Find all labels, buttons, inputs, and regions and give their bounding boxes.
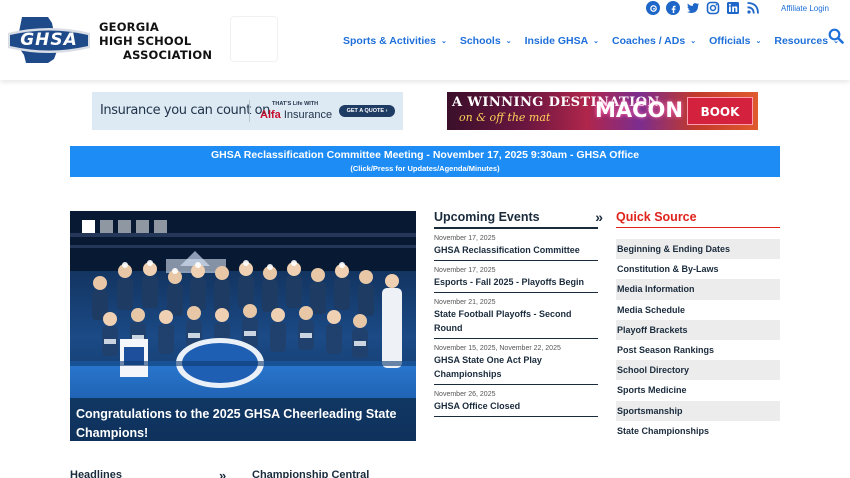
chevron-down-icon: ⌄ bbox=[755, 38, 762, 45]
instagram-icon[interactable] bbox=[706, 1, 720, 15]
ad-brand: MACON bbox=[595, 98, 683, 122]
org-name[interactable]: GEORGIA HIGH SCHOOL ASSOCIATION bbox=[99, 20, 212, 62]
twitter-icon[interactable] bbox=[686, 1, 700, 15]
nav-officials[interactable]: Officials ⌄ bbox=[709, 35, 761, 47]
logo-lettering: GHSA bbox=[20, 30, 78, 50]
quick-source-link[interactable]: Media Information bbox=[616, 279, 780, 300]
logo-placeholder bbox=[230, 16, 278, 62]
ad-divider bbox=[249, 100, 250, 122]
quick-source-link[interactable]: State Championships bbox=[616, 421, 780, 441]
rss-icon[interactable] bbox=[746, 1, 760, 15]
hero-slider[interactable]: Congratulations to the 2025 GHSA Cheerle… bbox=[70, 211, 416, 441]
nav-schools[interactable]: Schools ⌄ bbox=[460, 35, 512, 47]
double-chevron-right-icon[interactable]: » bbox=[219, 468, 227, 478]
chevron-down-icon: ⌄ bbox=[440, 38, 447, 45]
chevron-down-icon: ⌄ bbox=[690, 38, 697, 45]
site-header: GHSA GEORGIA HIGH SCHOOL ASSOCIATION Aff… bbox=[0, 0, 850, 80]
nav-label: Coaches / ADs bbox=[612, 35, 686, 47]
nav-label: Officials bbox=[709, 35, 751, 47]
nav-label: Inside GHSA bbox=[524, 35, 589, 47]
ghsa-logo[interactable]: GHSA bbox=[8, 15, 90, 65]
quick-source-link[interactable]: Media Schedule bbox=[616, 300, 780, 320]
event-item[interactable]: November 17, 2025 Esports - Fall 2025 - … bbox=[434, 261, 598, 293]
event-item[interactable]: November 15, 2025, November 22, 2025 GHS… bbox=[434, 339, 598, 385]
social-links bbox=[646, 1, 760, 15]
event-date: November 26, 2025 bbox=[434, 391, 496, 398]
quick-source-link[interactable]: Sports Medicine bbox=[616, 380, 780, 400]
slide-dot-1[interactable] bbox=[82, 220, 95, 233]
slide-dot-5[interactable] bbox=[154, 220, 167, 233]
nav-label: Resources bbox=[774, 35, 829, 47]
quick-source-link[interactable]: Sportsmanship bbox=[616, 400, 780, 421]
facebook-icon[interactable] bbox=[666, 1, 680, 15]
event-item[interactable]: November 17, 2025 GHSA Reclassification … bbox=[434, 229, 598, 261]
main-nav: Sports & Activities ⌄ Schools ⌄ Inside GHS… bbox=[343, 35, 850, 47]
nav-label: Sports & Activities bbox=[343, 35, 436, 47]
upcoming-events-heading: Upcoming Events » bbox=[434, 209, 603, 229]
event-item[interactable]: November 26, 2025 GHSA Office Closed bbox=[434, 385, 598, 417]
banner-title: GHSA Reclassification Committee Meeting … bbox=[210, 149, 640, 161]
event-item[interactable]: November 21, 2025 State Football Playoff… bbox=[434, 293, 598, 339]
event-name[interactable]: Esports - Fall 2025 - Playoffs Begin bbox=[434, 275, 598, 289]
championship-central-heading: Championship Central bbox=[252, 469, 370, 478]
slider-dots bbox=[82, 220, 167, 233]
quick-source-link[interactable]: Post Season Rankings bbox=[616, 340, 780, 360]
quick-source-link[interactable]: School Directory bbox=[616, 360, 780, 381]
quick-source: Quick Source Beginning & Ending Dates Co… bbox=[616, 210, 780, 441]
announcement-banner[interactable]: GHSA Reclassification Committee Meeting … bbox=[70, 146, 780, 177]
double-chevron-right-icon[interactable]: » bbox=[595, 209, 602, 225]
event-date: November 17, 2025 bbox=[434, 235, 496, 242]
nav-inside-ghsa[interactable]: Inside GHSA ⌄ bbox=[525, 35, 599, 47]
slide-dot-3[interactable] bbox=[118, 220, 131, 233]
macon-ad[interactable]: A WINNING DESTINATION on & off the mat M… bbox=[447, 92, 758, 130]
event-name[interactable]: GHSA State One Act Play Championships bbox=[434, 353, 598, 381]
quick-source-title: Quick Source bbox=[616, 210, 780, 228]
slide-dot-4[interactable] bbox=[136, 220, 149, 233]
event-name[interactable]: GHSA Reclassification Committee bbox=[434, 243, 598, 257]
ad-brand-name: Alfa bbox=[260, 109, 281, 121]
chevron-down-icon: ⌄ bbox=[505, 38, 512, 45]
nav-coaches-ads[interactable]: Coaches / ADs ⌄ bbox=[612, 35, 696, 47]
book-now-button[interactable]: BOOK NOW! bbox=[687, 97, 753, 125]
linkedin-icon[interactable] bbox=[726, 1, 740, 15]
hero-caption[interactable]: Congratulations to the 2025 GHSA Cheerle… bbox=[70, 398, 416, 441]
quick-source-link[interactable]: Constitution & By-Laws bbox=[616, 259, 780, 279]
nav-label: Schools bbox=[459, 35, 501, 47]
ad-subline: on & off the mat bbox=[459, 111, 551, 124]
org-name-line-2: HIGH SCHOOL bbox=[99, 34, 192, 48]
quick-source-link[interactable]: Beginning & Ending Dates bbox=[616, 239, 780, 260]
threads-icon[interactable] bbox=[646, 1, 660, 15]
event-date: November 15, 2025, November 22, 2025 bbox=[434, 345, 561, 352]
get-a-quote-button[interactable]: GET A QUOTE › bbox=[339, 105, 395, 117]
slide-dot-2[interactable] bbox=[100, 220, 113, 233]
event-name[interactable]: State Football Playoffs - Second Round bbox=[434, 307, 598, 335]
ad-brand: Alfa Insurance bbox=[260, 109, 332, 121]
upcoming-events-title: Upcoming Events bbox=[434, 210, 540, 224]
upcoming-events: Upcoming Events » November 17, 2025 GHSA… bbox=[434, 209, 603, 417]
ad-small-text: THAT'S Life WITH bbox=[272, 101, 319, 107]
affiliate-login-link[interactable]: Affiliate Login bbox=[781, 4, 829, 13]
event-date: November 21, 2025 bbox=[434, 299, 496, 306]
quick-source-list: Beginning & Ending Dates Constitution & … bbox=[616, 239, 780, 441]
nav-sports-activities[interactable]: Sports & Activities ⌄ bbox=[343, 35, 447, 47]
org-name-line-1: GEORGIA bbox=[99, 20, 159, 34]
event-name[interactable]: GHSA Office Closed bbox=[434, 399, 598, 413]
alfa-insurance-ad[interactable]: Insurance you can count on. THAT'S Life … bbox=[92, 92, 403, 130]
quick-source-link[interactable]: Playoff Brackets bbox=[616, 319, 780, 340]
ad-brand-suffix: Insurance bbox=[280, 109, 333, 121]
chevron-down-icon: ⌄ bbox=[593, 38, 600, 45]
banner-subtitle: (Click/Press for Updates/Agenda/Minutes) bbox=[350, 164, 500, 173]
ad-tagline: Insurance you can count on. bbox=[100, 103, 274, 118]
search-icon[interactable] bbox=[828, 28, 844, 44]
org-name-line-3: ASSOCIATION bbox=[123, 48, 213, 62]
headlines-heading: Headlines bbox=[70, 469, 122, 478]
event-date: November 17, 2025 bbox=[434, 267, 496, 274]
